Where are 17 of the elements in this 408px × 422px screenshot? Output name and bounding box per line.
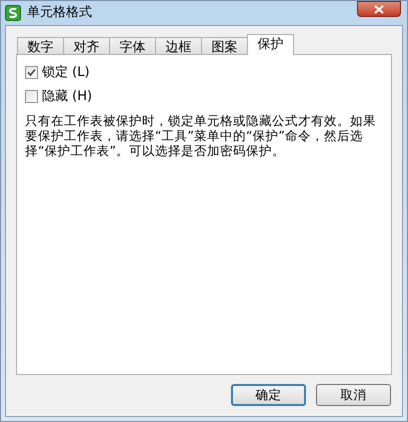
- tab[interactable]: 边框: [155, 37, 202, 55]
- close-icon: [374, 4, 384, 14]
- tab[interactable]: 保护: [247, 34, 294, 55]
- dialog-button[interactable]: 确定: [231, 384, 306, 406]
- tab[interactable]: 图案: [201, 37, 248, 55]
- checkbox-label: 锁定 (L): [42, 64, 90, 82]
- checkbox[interactable]: [25, 66, 38, 80]
- checkbox-label: 隐藏 (H): [42, 88, 92, 106]
- dialog-button[interactable]: 取消: [316, 384, 391, 406]
- window-title: 单元格格式: [27, 4, 92, 22]
- checkbox[interactable]: [25, 90, 38, 103]
- tab[interactable]: 对齐: [63, 37, 110, 55]
- app-icon: [5, 5, 21, 21]
- close-button[interactable]: [357, 1, 401, 17]
- tab[interactable]: 数字: [17, 37, 64, 55]
- tab[interactable]: 字体: [109, 37, 156, 55]
- description-text: 只有在工作表被保护时，锁定单元格或隐藏公式才有效。如果要保护工作表，请选择“工具”菜单中的“保护”命令，然后选择“保护工作表”。可以选择是否加密码保护。: [25, 113, 377, 158]
